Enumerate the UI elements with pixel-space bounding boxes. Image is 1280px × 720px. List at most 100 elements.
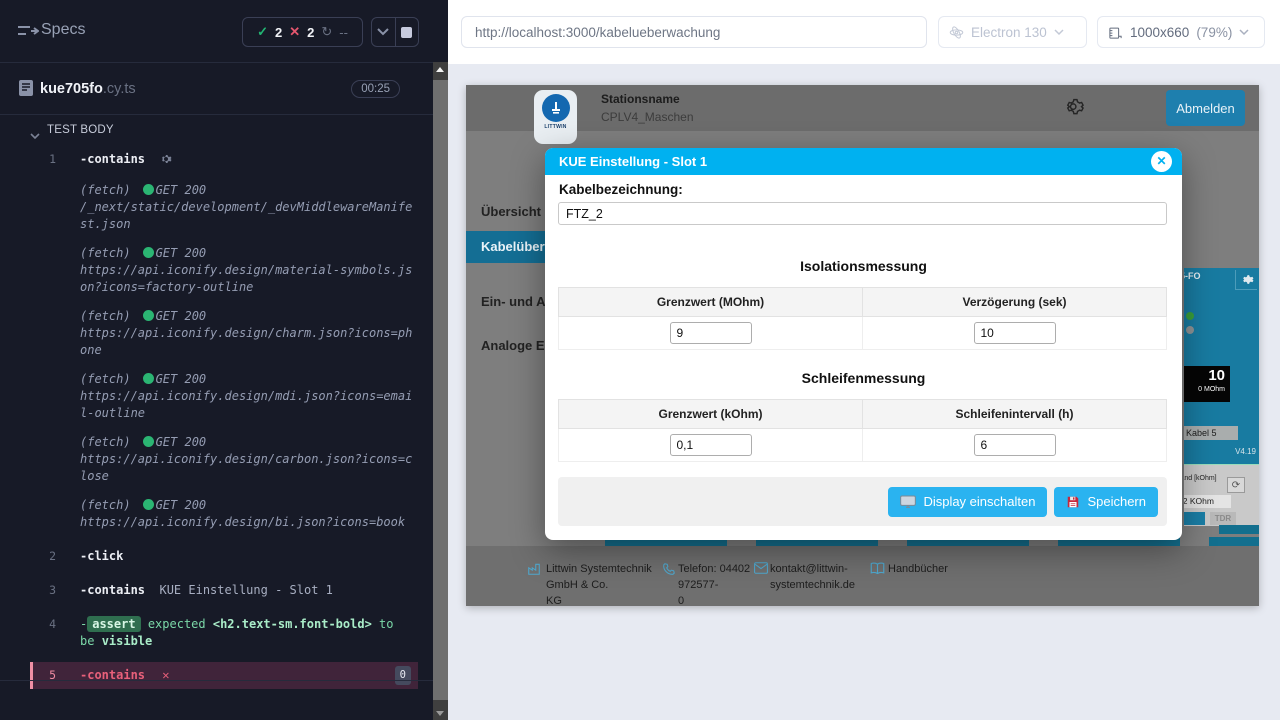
close-icon[interactable]: ✕ [1151,151,1172,172]
cable-name-label: Kabelbezeichnung: [559,182,683,197]
save-button[interactable]: Speichern [1054,487,1158,517]
fetch-status: GET 200 [156,435,207,449]
loop-limit-input[interactable] [670,434,752,456]
cable-name-input[interactable] [558,202,1167,225]
company-name: Littwin Systemtechnik GmbH & Co.KG [546,561,681,606]
loop-table: Grenzwert (kOhm) Schleifenintervall (h) [558,399,1167,462]
loop-interval-input[interactable] [974,434,1056,456]
loop-col1-header: Grenzwert (kOhm) [559,400,863,429]
browser-selector[interactable]: Electron 130 [938,16,1087,48]
command-row[interactable]: 1 -contains [30,146,418,175]
fetch-log[interactable]: (fetch)GET 200 https://api.iconify.desig… [30,308,418,359]
logout-button[interactable]: Abmelden [1166,90,1245,126]
email-icon [754,562,768,577]
failed-count: 2 [307,25,314,40]
spec-file-ext: .cy.ts [103,81,136,97]
factory-icon [527,562,541,579]
kue-settings-modal: KUE Einstellung - Slot 1 ✕ Kabelbezeichn… [545,148,1182,540]
reporter-header: Specs ✓ 2 ✕ 2 ↻ -- [0,0,433,62]
fetch-log[interactable]: (fetch)GET 200 https://api.iconify.desig… [30,371,418,422]
isolation-limit-input[interactable] [670,322,752,344]
divider [0,62,433,63]
stop-button[interactable] [395,18,419,46]
scroll-up-icon[interactable] [436,67,444,72]
modal-footer: Display einschalten Speichern [558,477,1167,526]
fetch-url: https://api.iconify.design/bi.json?icons… [80,514,418,531]
slot-bar [1219,525,1259,534]
specs-menu-icon[interactable] [17,23,39,44]
fetch-tag: (fetch) [80,498,131,512]
scrollbar-thumb[interactable] [433,80,448,700]
company-logo: LITTWIN [534,90,577,144]
station-name-value: CPLV4_Maschen [601,110,694,124]
url-bar[interactable] [461,16,927,48]
slot-gear-icon[interactable] [1235,270,1257,290]
collapse-button[interactable] [372,18,395,46]
viewport-selector[interactable]: 1000x660 (79%) [1097,16,1265,48]
spec-file-row[interactable]: kue705fo.cy.ts 00:25 [0,72,433,110]
app-header: Stationsname CPLV4_Maschen Abmelden [466,85,1259,131]
command-row[interactable]: 3 -contains KUE Einstellung - Slot 1 [30,577,418,604]
display-unit: 0 MOhm [1184,386,1225,393]
divider [0,114,433,115]
status-dot-icon [143,310,154,321]
fetch-log[interactable]: (fetch)GET 200 https://api.iconify.desig… [30,245,418,296]
isolation-col2-header: Verzögerung (sek) [863,288,1167,317]
pending-count: -- [339,25,348,40]
table-cell [559,429,863,462]
aut-toolbar: Electron 130 1000x660 (79%) [448,0,1280,64]
contact-email[interactable]: kontakt@littwin-systemtechnik.de [770,561,865,593]
test-stats: ✓ 2 ✕ 2 ↻ -- [242,17,363,47]
fetch-url: https://api.iconify.design/carbon.json?i… [80,451,418,485]
station-name-label: Stationsname [601,92,680,106]
slot-card-partial: 705-FO 10 0 MOhm Kabel 5 V4.19 stand [kO… [1184,268,1259,526]
fetch-status: GET 200 [156,498,207,512]
cypress-reporter-sidebar: Specs ✓ 2 ✕ 2 ↻ -- kue705fo.cy.ts 0 [0,0,448,720]
spec-file-name: kue705fo.cy.ts [40,81,136,97]
fetch-log[interactable]: (fetch)GET 200 /_next/static/development… [30,182,418,233]
command-number: 1 [36,151,56,168]
refresh-icon[interactable]: ⟳ [1227,477,1245,493]
passed-icon: ✓ [257,24,268,40]
failed-icon: ✕ [289,24,300,40]
passed-count: 2 [275,25,282,40]
spec-duration-badge: 00:25 [351,80,400,98]
settings-gear-icon[interactable] [1060,95,1085,120]
chevron-down-icon [1054,29,1064,36]
scroll-down-icon[interactable] [436,711,444,716]
url-input[interactable] [462,17,926,47]
logo-text: LITTWIN [544,124,566,130]
command-row[interactable]: 2 -click [30,543,418,570]
screen: Specs ✓ 2 ✕ 2 ↻ -- kue705fo.cy.ts 0 [0,0,1280,720]
slot-display: 10 0 MOhm [1184,366,1230,402]
command-name: -contains [80,583,145,597]
fetch-log[interactable]: (fetch)GET 200 https://api.iconify.desig… [30,434,418,485]
status-dot-icon [143,247,154,258]
command-number: 4 [36,616,56,633]
book-icon [870,562,885,578]
assert-badge: assert [87,616,140,632]
isolation-delay-input[interactable] [974,322,1056,344]
assert-expected: expected [148,617,206,631]
test-body-section[interactable]: TEST BODY [0,122,433,142]
command-name: -click [80,549,123,563]
manuals-link[interactable]: Handbücher [888,561,948,577]
command-row-assert[interactable]: 4 -assert expected <h2.text-sm.font-bold… [30,611,418,655]
floppy-disk-icon [1066,495,1080,509]
fetch-url: /_next/static/development/_devMiddleware… [80,199,418,233]
table-cell [863,317,1167,350]
fetch-url: https://api.iconify.design/charm.json?ic… [80,325,418,359]
command-row-failed[interactable]: 5 -contains ✕ 0 [30,662,418,689]
command-arg: KUE Einstellung - Slot 1 [159,583,332,597]
table-cell [559,317,863,350]
specs-label[interactable]: Specs [41,21,85,39]
phone-icon [662,562,676,579]
divider [0,680,433,681]
display-on-button[interactable]: Display einschalten [888,487,1047,517]
tdr-button[interactable]: TDR [1210,512,1236,525]
reporter-scrollbar[interactable] [433,62,448,720]
fetch-log[interactable]: (fetch) GET 200 https://api.iconify.desig… [30,497,418,531]
monitor-icon [900,495,916,509]
isolation-col1-header: Grenzwert (MOhm) [559,288,863,317]
slot-action-button[interactable] [1184,512,1205,525]
